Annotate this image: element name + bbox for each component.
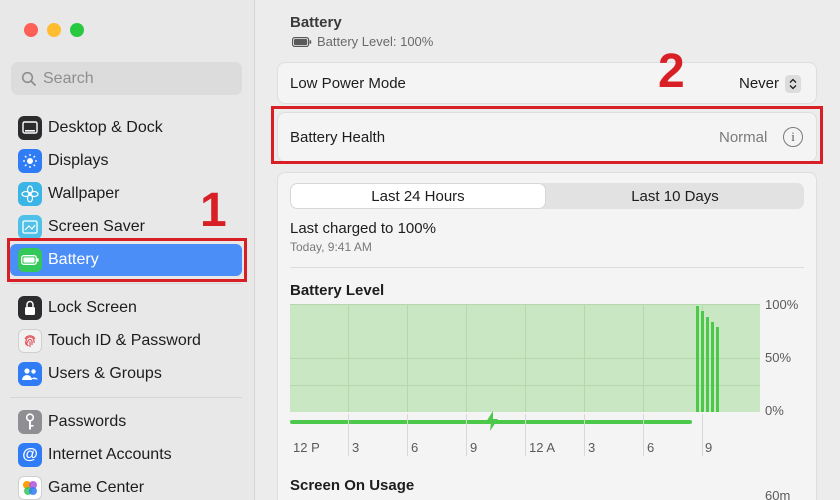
battery-health-label: Battery Health: [290, 129, 386, 146]
screen-saver-icon: [18, 215, 42, 239]
battery-level-bar: [711, 322, 714, 412]
info-icon[interactable]: i: [783, 127, 803, 147]
last-charged-title: Last charged to 100%: [290, 220, 436, 237]
chart-x-tick: [702, 414, 703, 456]
sidebar-item-label: Lock Screen: [48, 299, 137, 316]
sidebar-item-game-center[interactable]: Game Center: [10, 472, 242, 500]
battery-health-value: Normal: [719, 129, 768, 146]
chart-x-tick: [525, 414, 526, 456]
sidebar-item-label: Battery: [48, 251, 99, 268]
chart-y-tick-label: 50%: [765, 350, 792, 365]
sidebar-divider: [10, 397, 242, 398]
chart-x-tick: [584, 414, 585, 456]
chart-x-tick-label: 9: [705, 440, 713, 455]
wallpaper-icon: [18, 182, 42, 206]
battery-level-chart-title: Battery Level: [290, 282, 385, 299]
battery-level-chart: [290, 304, 760, 412]
game-center-icon: [18, 476, 42, 500]
low-power-mode-label: Low Power Mode: [290, 75, 406, 92]
battery-level-bar: [716, 327, 719, 412]
minimize-window-button[interactable]: [47, 23, 61, 37]
search-input[interactable]: Search: [11, 62, 242, 95]
chart-x-tick: [643, 414, 644, 456]
sidebar-item-lock-screen[interactable]: Lock Screen: [10, 292, 242, 324]
last-charged-time: Today, 9:41 AM: [290, 240, 372, 254]
battery-health-row: Battery Health Normal i: [277, 112, 817, 162]
sidebar-item-label: Passwords: [48, 413, 127, 430]
chart-x-tick-label: 12 A: [529, 440, 556, 455]
usage-y-tick-label: 60m: [765, 488, 791, 500]
battery-level-bar: [701, 311, 704, 412]
chart-gridline: [290, 358, 760, 359]
low-power-mode-row: Low Power Mode Never: [277, 62, 817, 104]
chart-x-tick: [466, 414, 467, 456]
displays-icon: [18, 149, 42, 173]
desktop-dock-icon: [18, 116, 42, 140]
chart-x-tick-label: 9: [470, 440, 478, 455]
search-placeholder: Search: [43, 69, 94, 87]
battery-status-icon: [292, 36, 312, 47]
sidebar-item-label: Wallpaper: [48, 185, 120, 202]
lightning-icon: [486, 411, 498, 431]
fingerprint-icon: [18, 329, 42, 353]
chart-x-tick-label: 3: [588, 440, 596, 455]
main-pane: Battery Battery Level: 100% Low Power Mo…: [256, 0, 840, 500]
annotation-number-1: 1: [200, 184, 227, 237]
sidebar-item-passwords[interactable]: Passwords: [10, 406, 242, 438]
sidebar-item-internet-accounts[interactable]: @ Internet Accounts: [10, 439, 242, 471]
zoom-window-button[interactable]: [70, 23, 84, 37]
search-icon: [21, 71, 36, 86]
up-down-chevron-icon: [789, 78, 797, 90]
chart-x-tick: [407, 414, 408, 456]
chart-x-tick-label: 6: [411, 440, 419, 455]
sidebar-item-label: Internet Accounts: [48, 446, 172, 463]
sidebar-item-label: Screen Saver: [48, 218, 145, 235]
chart-x-tick-label: 12 P: [293, 440, 320, 455]
chart-x-tick-label: 6: [647, 440, 655, 455]
sidebar-item-label: Game Center: [48, 479, 145, 496]
chart-x-tick-label: 3: [352, 440, 360, 455]
low-power-mode-value[interactable]: Never: [739, 75, 779, 92]
at-icon: @: [18, 443, 42, 467]
sidebar-divider: [10, 283, 242, 284]
time-range-segmented-control: Last 24 Hours Last 10 Days: [290, 183, 804, 209]
sidebar-item-label: Touch ID & Password: [48, 332, 201, 349]
sidebar-item-desktop-dock[interactable]: Desktop & Dock: [10, 112, 242, 144]
chart-y-tick-label: 0%: [765, 403, 784, 418]
chart-x-tick: [348, 414, 349, 456]
sidebar-item-label: Users & Groups: [48, 365, 162, 382]
sidebar-item-users-groups[interactable]: Users & Groups: [10, 358, 242, 390]
chart-y-tick-label: 100%: [765, 297, 799, 312]
screen-on-usage-title: Screen On Usage: [290, 477, 415, 494]
annotation-number-2: 2: [658, 45, 685, 98]
sidebar: Search Desktop & Dock Displays Wallpaper…: [0, 0, 255, 500]
lock-icon: [18, 296, 42, 320]
battery-level-text: Battery Level: 100%: [317, 34, 434, 49]
tab-last-10-days[interactable]: Last 10 Days: [548, 184, 802, 208]
users-icon: [18, 362, 42, 386]
page-title: Battery: [290, 14, 342, 31]
tab-last-24-hours[interactable]: Last 24 Hours: [291, 184, 545, 208]
low-power-mode-stepper[interactable]: [785, 75, 801, 93]
sidebar-item-displays[interactable]: Displays: [10, 145, 242, 177]
sidebar-item-touch-id[interactable]: Touch ID & Password: [10, 325, 242, 357]
battery-level-status: Battery Level: 100%: [292, 34, 433, 49]
key-icon: [18, 410, 42, 434]
close-window-button[interactable]: [24, 23, 38, 37]
sidebar-item-label: Displays: [48, 152, 109, 169]
sidebar-item-label: Desktop & Dock: [48, 119, 163, 136]
battery-level-bar: [696, 306, 699, 412]
battery-icon: [18, 248, 42, 272]
battery-level-bar: [706, 317, 709, 412]
chart-gridline: [290, 385, 760, 386]
divider: [290, 267, 804, 268]
sidebar-item-battery[interactable]: Battery: [10, 244, 242, 276]
